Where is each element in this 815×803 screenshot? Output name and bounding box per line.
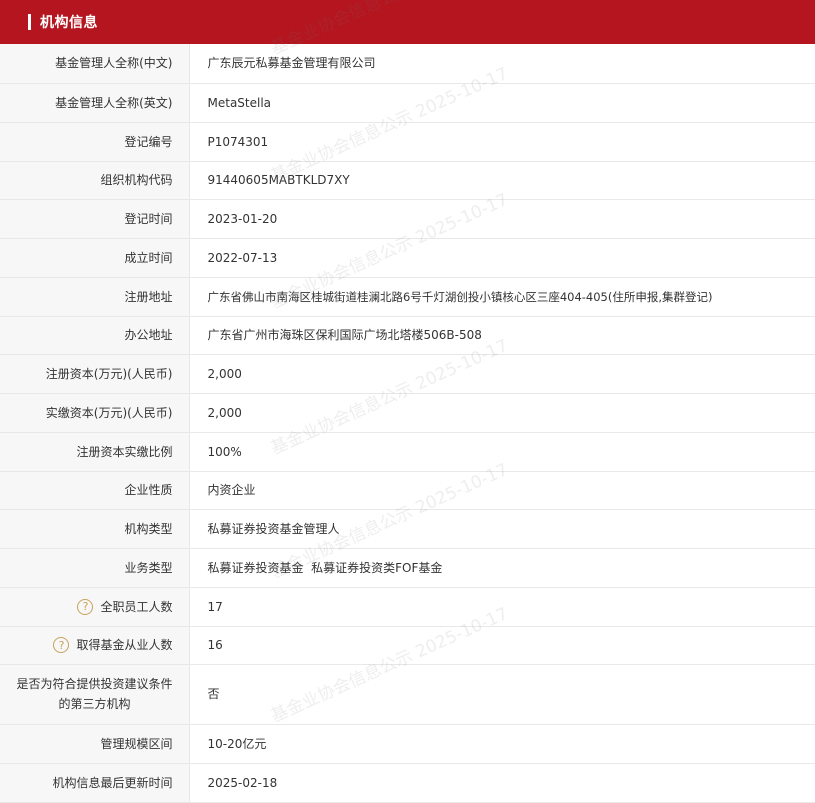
value-name-cn: 广东辰元私募基金管理有限公司 [189, 44, 815, 84]
row-business-type: 业务类型 私募证券投资基金 私募证券投资类FOF基金 [0, 548, 815, 588]
value-name-en: MetaStella [189, 83, 815, 123]
label-staff-count-wrap: ? 全职员工人数 [77, 598, 173, 616]
label-third-party: 是否为符合提供投资建议条件 的第三方机构 [16, 674, 172, 714]
row-org-type: 机构类型 私募证券投资基金管理人 [0, 509, 815, 549]
row-reg-date: 登记时间 2023-01-20 [0, 199, 815, 239]
question-mark-icon[interactable]: ? [53, 637, 70, 654]
label-third-party-cell: 是否为符合提供投资建议条件 的第三方机构 [0, 664, 190, 725]
row-third-party: 是否为符合提供投资建议条件 的第三方机构 否 [0, 664, 815, 725]
header-accent-bar [28, 14, 31, 30]
row-name-cn: 基金管理人全称(中文) 广东辰元私募基金管理有限公司 [0, 44, 815, 84]
question-mark-icon[interactable]: ? [77, 598, 94, 615]
section-header: 机构信息 [0, 0, 815, 44]
row-found-date: 成立时间 2022-07-13 [0, 238, 815, 278]
value-reg-capital: 2,000 [189, 354, 815, 394]
org-info-table: 基金管理人全称(中文) 广东辰元私募基金管理有限公司 基金管理人全称(英文) M… [0, 44, 815, 803]
label-reg-no: 登记编号 [0, 122, 190, 162]
value-qualified-count: 16 [189, 626, 815, 665]
row-enterprise-nature: 企业性质 内资企业 [0, 471, 815, 510]
row-org-code: 组织机构代码 91440605MABTKLD7XY [0, 161, 815, 200]
label-third-party-line2: 的第三方机构 [58, 697, 131, 711]
label-reg-capital: 注册资本(万元)(人民币) [0, 354, 190, 394]
label-staff-count: 全职员工人数 [100, 599, 173, 614]
row-qualified-count: ? 取得基金从业人数 16 [0, 626, 815, 665]
value-org-type: 私募证券投资基金管理人 [189, 509, 815, 549]
row-office-address: 办公地址 广东省广州市海珠区保利国际广场北塔楼506B-508 [0, 316, 815, 355]
value-enterprise-nature: 内资企业 [189, 471, 815, 510]
label-reg-address: 注册地址 [0, 277, 190, 317]
row-staff-count: ? 全职员工人数 17 [0, 587, 815, 627]
value-reg-no: P1074301 [189, 122, 815, 162]
section-title: 机构信息 [40, 15, 98, 31]
value-reg-date: 2023-01-20 [189, 199, 815, 239]
row-name-en: 基金管理人全称(英文) MetaStella [0, 83, 815, 123]
label-org-code: 组织机构代码 [0, 161, 190, 200]
label-last-update: 机构信息最后更新时间 [0, 763, 190, 803]
label-qualified-count-wrap: ? 取得基金从业人数 [53, 636, 173, 654]
label-found-date: 成立时间 [0, 238, 190, 278]
row-reg-no: 登记编号 P1074301 [0, 122, 815, 162]
label-staff-count-cell: ? 全职员工人数 [0, 587, 190, 627]
label-third-party-line1: 是否为符合提供投资建议条件 [16, 677, 173, 691]
label-name-cn: 基金管理人全称(中文) [0, 44, 190, 84]
row-paid-capital: 实缴资本(万元)(人民币) 2,000 [0, 393, 815, 433]
label-name-en: 基金管理人全称(英文) [0, 83, 190, 123]
row-reg-address: 注册地址 广东省佛山市南海区桂城街道桂澜北路6号千灯湖创投小镇核心区三座404-… [0, 277, 815, 317]
label-enterprise-nature: 企业性质 [0, 471, 190, 510]
label-aum-range: 管理规模区间 [0, 724, 190, 764]
value-paid-ratio: 100% [189, 432, 815, 472]
value-found-date: 2022-07-13 [189, 238, 815, 278]
row-aum-range: 管理规模区间 10-20亿元 [0, 724, 815, 764]
value-org-code: 91440605MABTKLD7XY [189, 161, 815, 200]
label-business-type: 业务类型 [0, 548, 190, 588]
value-paid-capital: 2,000 [189, 393, 815, 433]
value-office-address: 广东省广州市海珠区保利国际广场北塔楼506B-508 [189, 316, 815, 355]
row-paid-ratio: 注册资本实缴比例 100% [0, 432, 815, 472]
value-last-update: 2025-02-18 [189, 763, 815, 803]
label-qualified-count: 取得基金从业人数 [76, 638, 173, 653]
value-staff-count: 17 [189, 587, 815, 627]
label-paid-capital: 实缴资本(万元)(人民币) [0, 393, 190, 433]
value-reg-address: 广东省佛山市南海区桂城街道桂澜北路6号千灯湖创投小镇核心区三座404-405(住… [189, 277, 815, 317]
label-reg-date: 登记时间 [0, 199, 190, 239]
value-third-party: 否 [189, 664, 815, 725]
row-last-update: 机构信息最后更新时间 2025-02-18 [0, 763, 815, 803]
label-paid-ratio: 注册资本实缴比例 [0, 432, 190, 472]
value-business-type: 私募证券投资基金 私募证券投资类FOF基金 [189, 548, 815, 588]
label-office-address: 办公地址 [0, 316, 190, 355]
label-qualified-count-cell: ? 取得基金从业人数 [0, 626, 190, 665]
label-org-type: 机构类型 [0, 509, 190, 549]
row-reg-capital: 注册资本(万元)(人民币) 2,000 [0, 354, 815, 394]
value-aum-range: 10-20亿元 [189, 724, 815, 764]
